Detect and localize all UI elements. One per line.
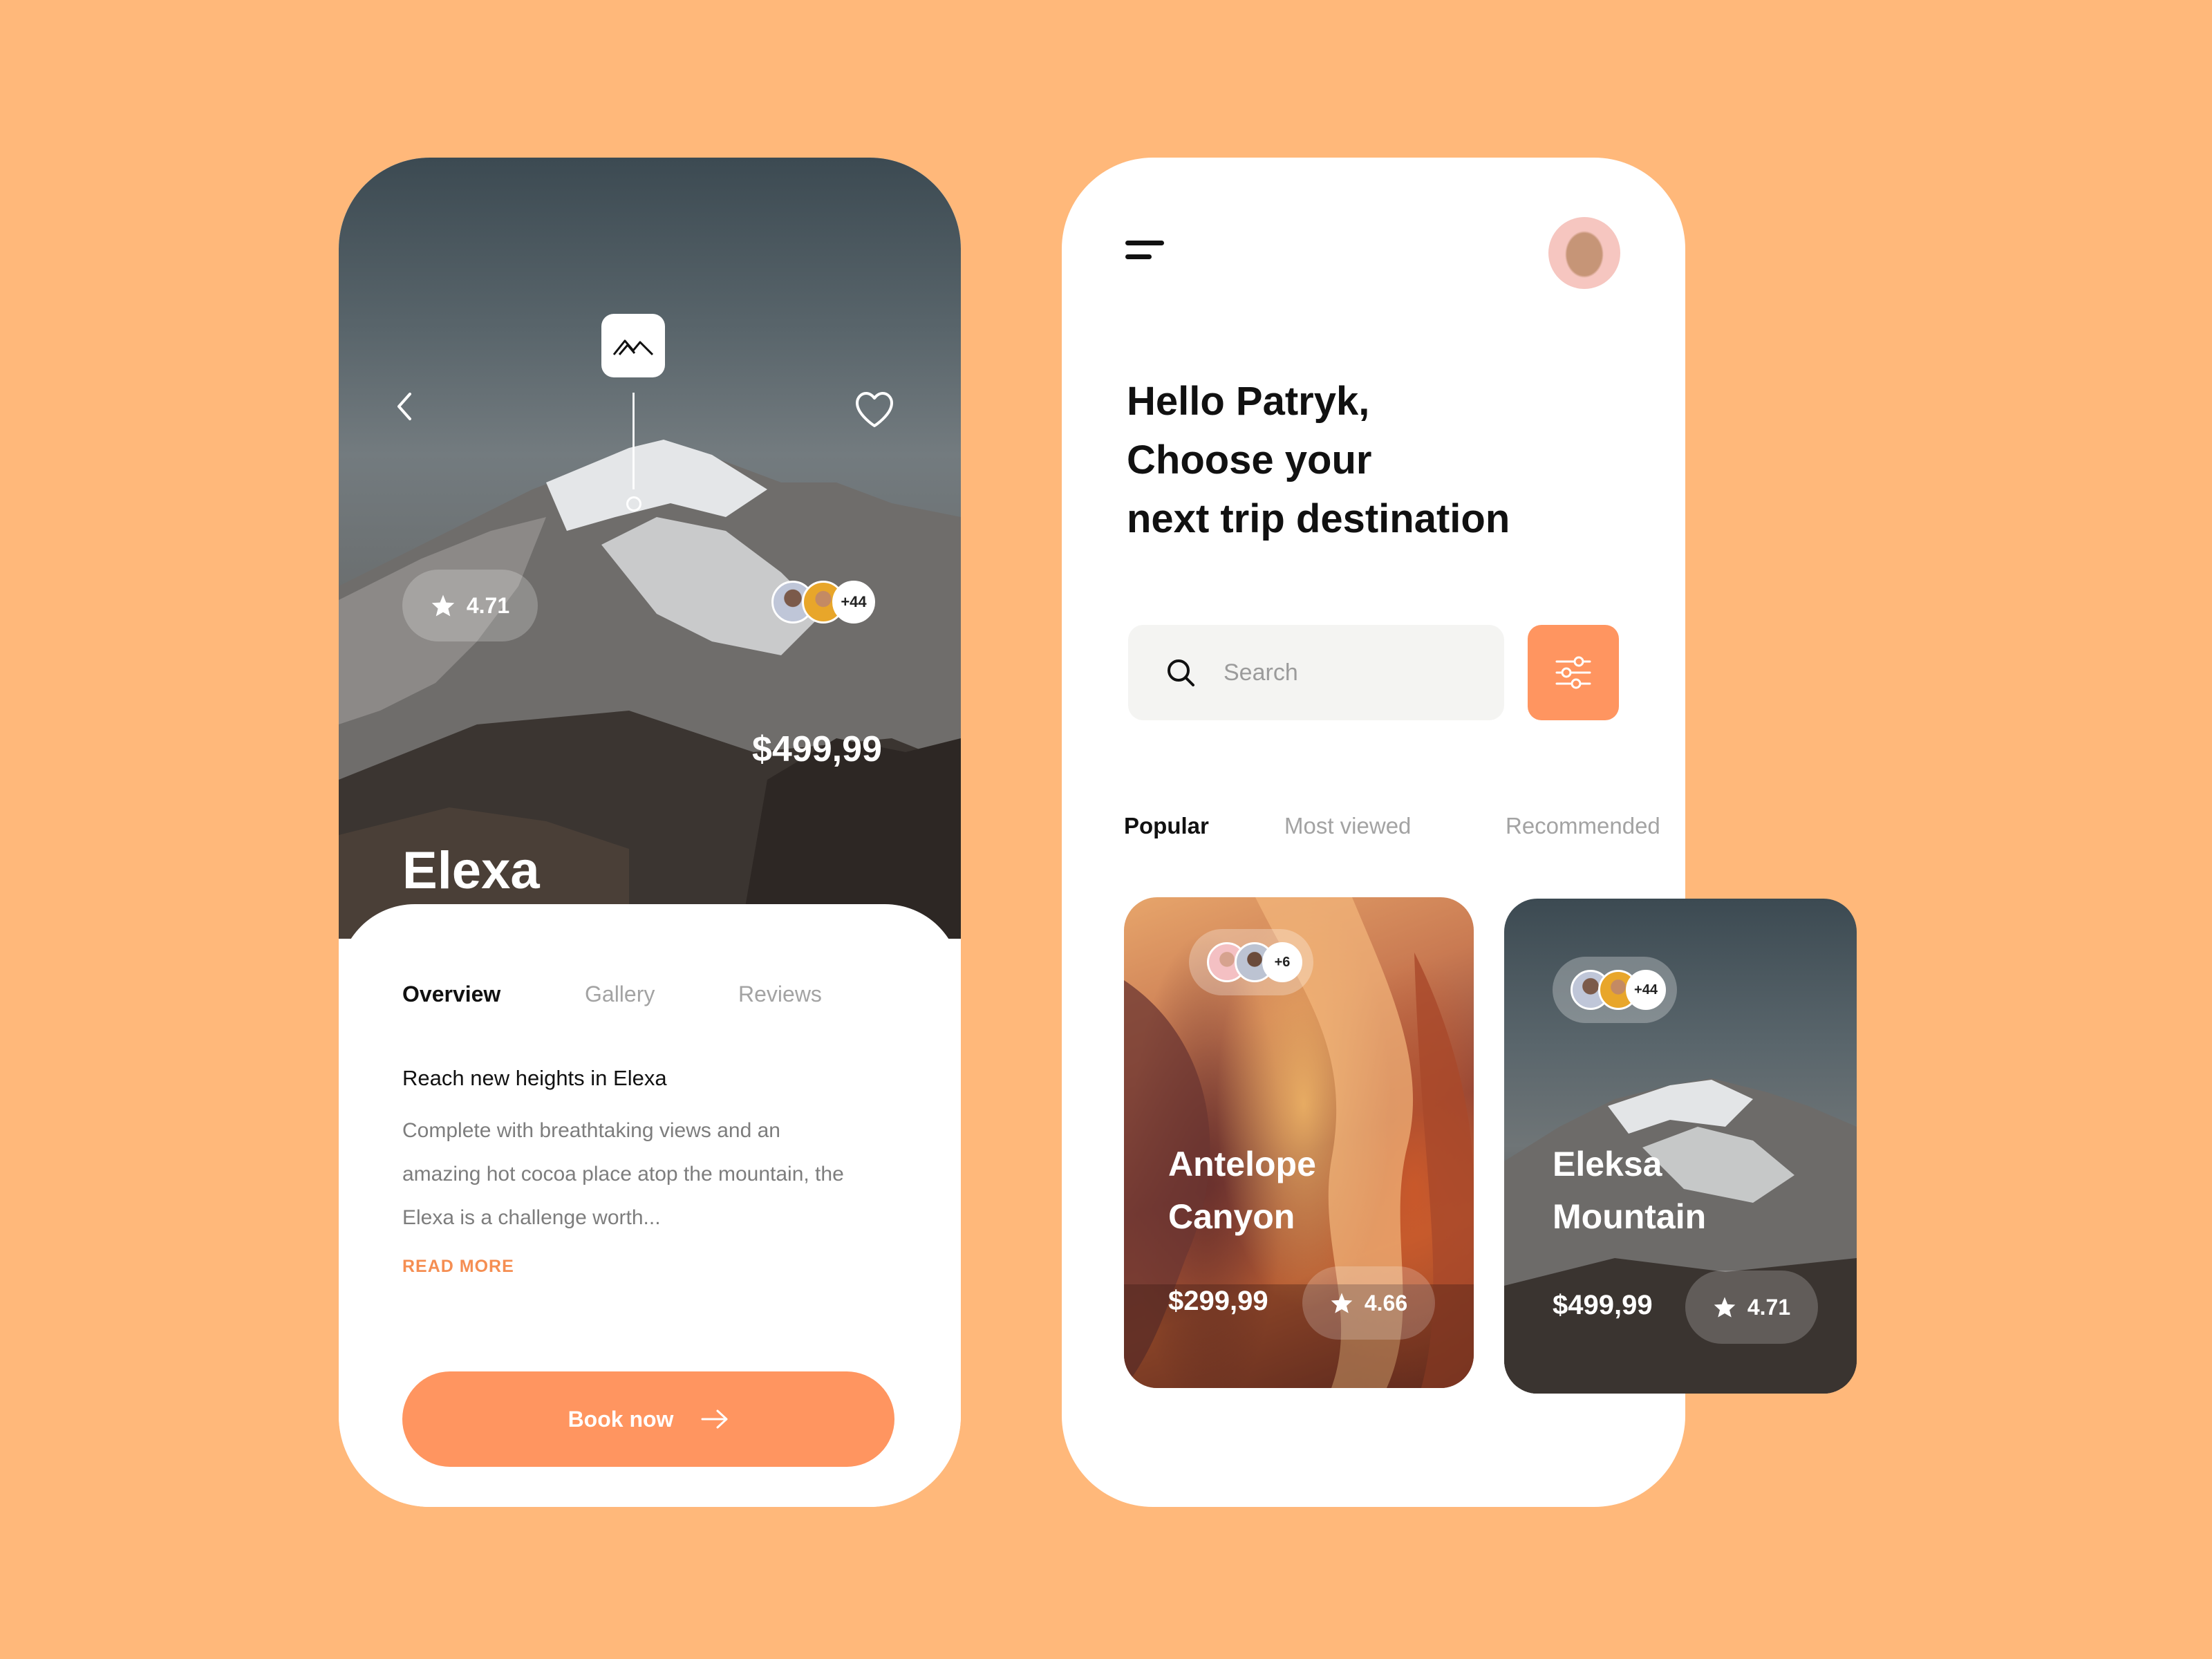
tab-recommended[interactable]: Recommended — [1506, 813, 1660, 839]
hero-image: 4.71 +44 Elexa Mountain $499,99 — [339, 158, 961, 972]
filter-sliders-icon — [1555, 656, 1591, 689]
heart-icon — [856, 392, 893, 427]
detail-screen: 4.71 +44 Elexa Mountain $499,99 Overview… — [339, 158, 961, 1507]
greeting-heading: Hello Patryk, Choose your next trip dest… — [1127, 379, 1510, 541]
description-title: Reach new heights in Elexa — [402, 1066, 667, 1090]
profile-avatar[interactable] — [1548, 217, 1620, 289]
search-bar[interactable] — [1128, 625, 1504, 720]
card-attendee-avatars[interactable]: +6 — [1189, 929, 1313, 995]
destination-price: $499,99 — [752, 729, 882, 769]
star-icon — [431, 594, 455, 617]
tab-popular[interactable]: Popular — [1124, 813, 1209, 839]
tab-overview[interactable]: Overview — [402, 982, 500, 1007]
tab-most-viewed[interactable]: Most viewed — [1284, 813, 1411, 839]
book-now-label: Book now — [568, 1406, 674, 1432]
card-price: $499,99 — [1553, 1290, 1653, 1320]
destination-card[interactable]: +44 Eleksa Mountain $499,99 4.71 — [1504, 899, 1857, 1394]
attendee-count: +6 — [1262, 942, 1302, 982]
chevron-left-icon — [397, 393, 411, 420]
attendee-count: +44 — [832, 581, 875, 624]
book-now-button[interactable]: Book now — [402, 1371, 894, 1467]
read-more-link[interactable]: READ MORE — [402, 1257, 514, 1277]
card-title: Eleksa Mountain — [1553, 1145, 1707, 1236]
location-badge[interactable] — [601, 314, 665, 377]
detail-sheet: Overview Gallery Reviews Reach new heigh… — [339, 904, 961, 1507]
search-icon — [1168, 659, 1194, 686]
card-rating: 4.66 — [1302, 1266, 1435, 1340]
attendee-avatars[interactable]: +44 — [771, 581, 875, 624]
attendee-count: +44 — [1626, 970, 1666, 1010]
search-input[interactable] — [1224, 659, 1486, 686]
location-pin-line — [632, 393, 635, 489]
menu-icon — [1125, 241, 1164, 245]
filter-button[interactable] — [1528, 625, 1619, 720]
card-price: $299,99 — [1168, 1286, 1268, 1316]
location-pin-dot — [626, 496, 641, 512]
star-icon — [1714, 1297, 1736, 1318]
back-button[interactable] — [387, 386, 422, 427]
card-rating: 4.71 — [1685, 1271, 1818, 1344]
arrow-right-icon — [701, 1409, 728, 1429]
rating-value: 4.71 — [466, 592, 510, 618]
card-attendee-avatars[interactable]: +44 — [1553, 957, 1677, 1023]
mountain-photo — [339, 440, 961, 939]
description-body: Complete with breathtaking views and an … — [402, 1119, 844, 1229]
card-rating-value: 4.66 — [1364, 1290, 1408, 1315]
menu-button[interactable] — [1125, 241, 1167, 268]
tab-reviews[interactable]: Reviews — [738, 982, 822, 1007]
card-rating-value: 4.71 — [1747, 1294, 1791, 1320]
card-title: Antelope Canyon — [1168, 1145, 1316, 1236]
rating-pill: 4.71 — [402, 570, 538, 641]
menu-icon-line — [1125, 254, 1152, 259]
mountain-logo-icon — [612, 339, 654, 356]
star-icon — [1331, 1293, 1353, 1313]
tab-gallery[interactable]: Gallery — [585, 982, 655, 1007]
canvas: 4.71 +44 Elexa Mountain $499,99 Overview… — [0, 0, 2212, 1659]
destination-card[interactable]: +6 Antelope Canyon $299,99 4.66 — [1124, 897, 1474, 1388]
favorite-button[interactable] — [850, 386, 899, 434]
